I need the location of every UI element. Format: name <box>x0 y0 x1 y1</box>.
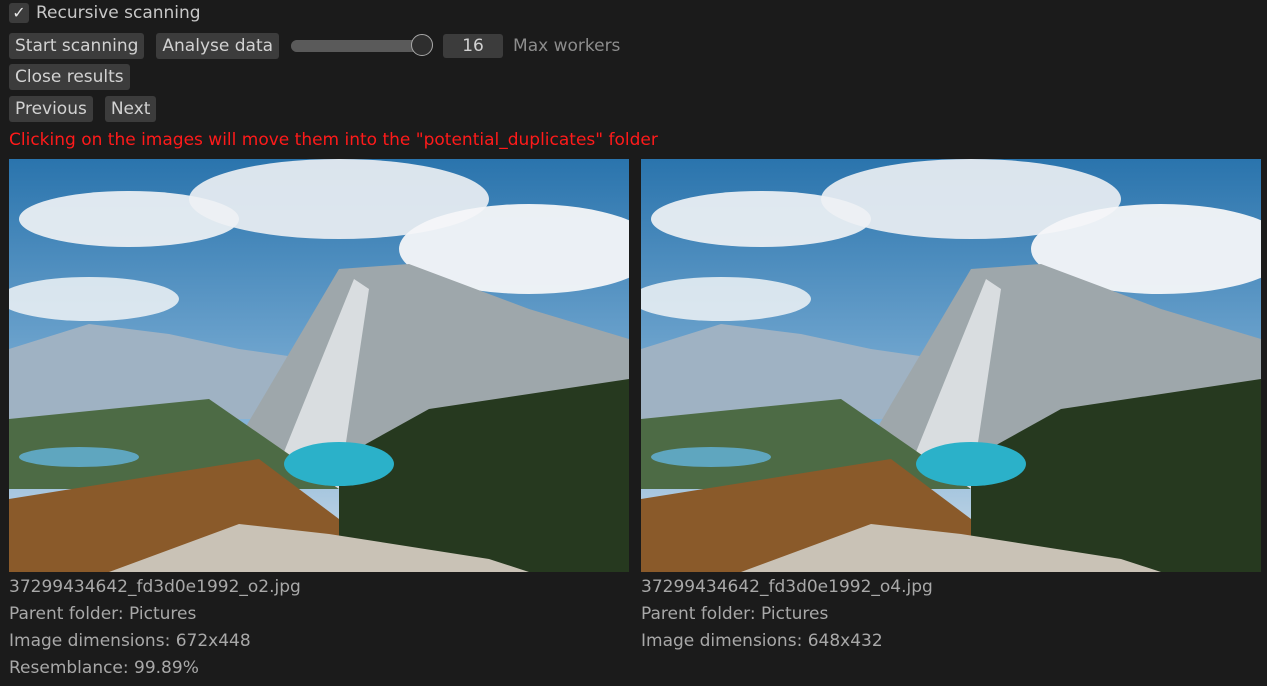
right-image-dimensions: Image dimensions: 648x432 <box>641 631 883 651</box>
slider-thumb[interactable] <box>411 34 434 56</box>
left-resemblance: Resemblance: 99.89% <box>9 658 199 678</box>
left-image-panel: 37299434642_fd3d0e1992_o2.jpg Parent fol… <box>9 159 629 682</box>
mountain-landscape-picture <box>9 159 629 572</box>
max-workers-slider[interactable] <box>291 33 434 59</box>
max-workers-input[interactable]: 16 <box>443 34 504 58</box>
previous-button[interactable]: Previous <box>9 96 93 122</box>
left-image-dimensions: Image dimensions: 672x448 <box>9 631 251 651</box>
right-image-panel: 37299434642_fd3d0e1992_o4.jpg Parent fol… <box>641 159 1261 655</box>
next-button[interactable]: Next <box>104 96 157 122</box>
analyse-data-button[interactable]: Analyse data <box>156 33 280 59</box>
left-parent-folder: Parent folder: Pictures <box>9 604 197 624</box>
right-filename: 37299434642_fd3d0e1992_o4.jpg <box>641 577 933 597</box>
move-warning-text: Clicking on the images will move them in… <box>9 130 658 150</box>
right-image[interactable] <box>641 159 1261 572</box>
start-scanning-button[interactable]: Start scanning <box>9 33 145 59</box>
slider-fill <box>291 40 423 52</box>
recursive-scanning-label: Recursive scanning <box>36 3 201 23</box>
left-image[interactable] <box>9 159 629 572</box>
checkmark-icon: ✓ <box>9 3 29 23</box>
recursive-scanning-checkbox[interactable]: ✓ Recursive scanning <box>9 3 201 23</box>
close-results-button[interactable]: Close results <box>9 64 130 90</box>
mountain-landscape-picture <box>641 159 1261 572</box>
right-parent-folder: Parent folder: Pictures <box>641 604 829 624</box>
max-workers-label: Max workers <box>513 36 621 56</box>
left-filename: 37299434642_fd3d0e1992_o2.jpg <box>9 577 301 597</box>
